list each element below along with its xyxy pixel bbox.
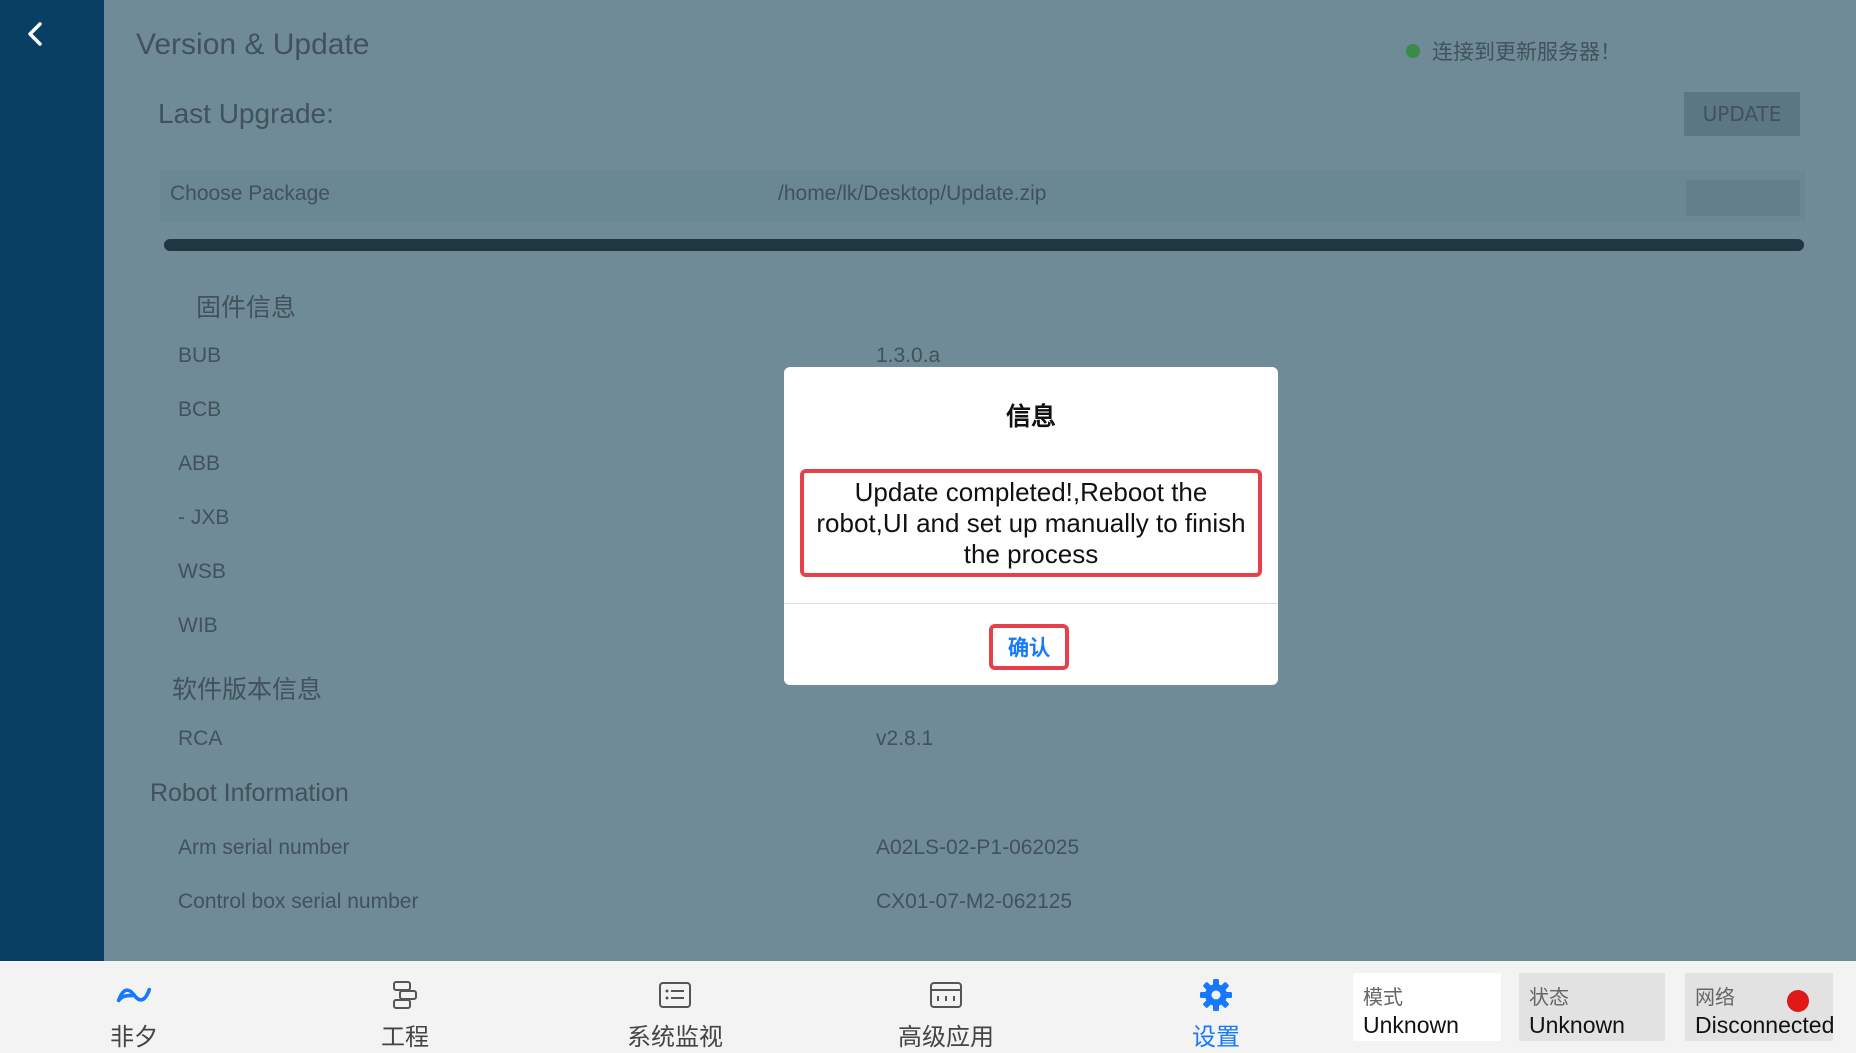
software-row-value: v2.8.1 [876, 727, 934, 750]
mode-value: Unknown [1363, 1012, 1459, 1038]
nav-label: 工程 [381, 1023, 429, 1051]
confirm-button[interactable]: 确认 [989, 624, 1069, 670]
project-icon [387, 979, 423, 1011]
server-status: 连接到更新服务器！ [1406, 36, 1621, 66]
robot-info-section-title: Robot Information [150, 779, 349, 807]
robot-info-row-value: A02LS-02-P1-062025 [876, 836, 1080, 859]
state-value: Unknown [1529, 1012, 1625, 1038]
back-button[interactable] [14, 14, 54, 54]
advanced-app-icon [928, 979, 964, 1011]
firmware-section-title: 固件信息 [196, 294, 297, 322]
upload-progress-bar [164, 239, 1804, 251]
chevron-left-icon [28, 22, 42, 46]
last-upgrade-label: Last Upgrade: [158, 98, 334, 129]
info-dialog: 信息 Update completed!,Reboot the robot,UI… [784, 367, 1278, 685]
firmware-row-value: 1.3.0.a [876, 344, 941, 367]
firmware-row-label: BCB [178, 398, 222, 421]
package-path: /home/lk/Desktop/Update.zip [778, 182, 1047, 205]
dialog-message-box: Update completed!,Reboot the robot,UI an… [800, 469, 1262, 577]
gear-icon [1198, 979, 1234, 1011]
firmware-row-label: WIB [178, 614, 218, 637]
nav-label: 系统监视 [627, 1023, 723, 1051]
monitor-list-icon [657, 979, 693, 1011]
server-status-text: 连接到更新服务器！ [1432, 41, 1621, 64]
software-row-label: RCA [178, 727, 223, 750]
nav-item-project[interactable]: 工程 [320, 961, 490, 1053]
mode-title: 模式 [1363, 985, 1403, 1009]
nav-item-system-monitor[interactable]: 系统监视 [590, 961, 760, 1053]
robot-info-row-label: Control box serial number [178, 890, 419, 913]
network-status-dot-icon [1787, 990, 1809, 1012]
page-title: Version & Update [136, 28, 370, 61]
nav-label: 高级应用 [898, 1023, 994, 1051]
firmware-row-label: ABB [178, 452, 221, 475]
state-status-card: 状态 Unknown [1519, 973, 1665, 1041]
browse-button[interactable] [1686, 180, 1800, 216]
firmware-row-label: BUB [178, 344, 222, 367]
nav-item-advanced-apps[interactable]: 高级应用 [861, 961, 1031, 1053]
network-status-card: 网络 Disconnected [1685, 973, 1835, 1041]
robot-info-row-value: CX01-07-M2-062125 [876, 890, 1073, 913]
state-title: 状态 [1529, 985, 1569, 1009]
nav-label: 非夕 [110, 1023, 158, 1051]
nav-label: 设置 [1192, 1023, 1240, 1051]
mode-status-card: 模式 Unknown [1353, 973, 1501, 1041]
status-dot-icon [1406, 44, 1420, 58]
sidebar [0, 0, 104, 961]
dialog-divider [784, 603, 1278, 604]
network-value: Disconnected [1695, 1012, 1835, 1038]
software-section-title: 软件版本信息 [172, 676, 323, 704]
firmware-row-label: - JXB [178, 506, 230, 529]
nav-item-settings[interactable]: 设置 [1131, 961, 1301, 1053]
dialog-title: 信息 [1005, 402, 1056, 431]
robot-info-row-label: Arm serial number [178, 836, 350, 859]
update-button[interactable]: UPDATE [1684, 92, 1800, 136]
flexiv-logo-icon [116, 979, 152, 1011]
nav-item-flexiv[interactable]: 非夕 [49, 961, 219, 1053]
choose-package-label: Choose Package [170, 182, 330, 205]
dialog-message: Update completed!,Reboot the robot,UI an… [816, 476, 1246, 569]
firmware-row-label: WSB [178, 560, 226, 583]
bottom-nav-bar: 非夕 工程 系统监视 高级应用 设置 模式 Unknown 状态 Unknown… [0, 961, 1856, 1053]
